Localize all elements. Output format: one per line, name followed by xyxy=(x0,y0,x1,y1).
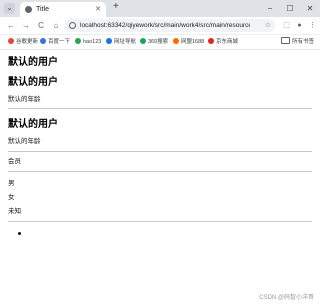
bookmark-item[interactable]: 360搜索 xyxy=(140,35,168,49)
back-button[interactable]: ← xyxy=(5,17,17,34)
watermark: CSDN @码智小洋哥 xyxy=(259,295,314,301)
profile-icon[interactable]: ● xyxy=(293,17,306,34)
close-window-button[interactable]: ✕ xyxy=(300,0,320,17)
url-text[interactable]: localhost:63342/qiyework/src/main/work4/… xyxy=(80,19,250,32)
toolbar-actions: ⬚ ● ⋮ xyxy=(280,17,319,34)
bookmark-item[interactable]: 网址导航 xyxy=(106,35,136,49)
reload-button[interactable]: C xyxy=(35,17,47,34)
all-bookmarks-folder[interactable]: 所有书签 xyxy=(280,35,314,49)
bookmark-item[interactable]: hao123 xyxy=(75,35,101,49)
bookmark-item[interactable]: 百度一下 xyxy=(40,35,70,49)
tab-title: Title xyxy=(36,6,49,13)
divider xyxy=(8,151,312,152)
member-text: 会员 xyxy=(8,158,21,165)
default-age-text: 默认的年龄 xyxy=(8,96,41,103)
tab-close-icon[interactable]: ✕ xyxy=(95,2,101,17)
extensions-icon[interactable]: ⬚ xyxy=(280,17,293,34)
bookmark-item[interactable]: 网盟1688 xyxy=(173,35,204,49)
tab-search-button[interactable]: ⌄ xyxy=(4,3,15,14)
bookmark-favicon-icon xyxy=(140,38,146,44)
divider xyxy=(8,108,312,109)
bookmark-star-icon[interactable]: ☆ xyxy=(265,19,271,32)
default-age-text: 默认的年龄 xyxy=(8,138,41,145)
heading-default-user: 默认的用户 xyxy=(8,77,58,88)
heading-default-user: 默认的用户 xyxy=(8,57,58,68)
home-button[interactable]: ⌂ xyxy=(50,17,62,34)
bookmark-favicon-icon xyxy=(8,38,14,44)
bookmark-item[interactable]: 谷歌更新 xyxy=(8,35,38,49)
minimize-button[interactable]: − xyxy=(260,0,280,17)
browser-titlebar: ⌄ Title ✕ + − ☐ ✕ xyxy=(0,0,320,17)
list-bullet xyxy=(18,232,21,235)
bookmark-favicon-icon xyxy=(106,38,112,44)
browser-tab[interactable]: Title ✕ xyxy=(20,2,106,17)
divider xyxy=(8,171,312,172)
divider xyxy=(8,221,312,222)
menu-icon[interactable]: ⋮ xyxy=(306,17,319,34)
globe-icon xyxy=(25,6,32,13)
gender-option: 男 xyxy=(8,180,15,187)
folder-icon xyxy=(280,37,290,44)
gender-option: 女 xyxy=(8,194,15,201)
browser-toolbar: ← → C ⌂ localhost:63342/qiyework/src/mai… xyxy=(0,17,320,35)
bookmark-item[interactable]: 京东商城 xyxy=(208,35,238,49)
window-controls: − ☐ ✕ xyxy=(260,0,320,17)
maximize-button[interactable]: ☐ xyxy=(280,0,300,17)
bookmark-favicon-icon xyxy=(173,38,179,44)
bookmark-favicon-icon xyxy=(75,38,81,44)
forward-button[interactable]: → xyxy=(20,17,32,34)
site-info-icon[interactable] xyxy=(69,22,76,29)
new-tab-button[interactable]: + xyxy=(113,1,119,12)
bookmark-favicon-icon xyxy=(208,38,214,44)
bookmark-favicon-icon xyxy=(40,38,46,44)
bookmarks-bar: 谷歌更新 百度一下 hao123 网址导航 360搜索 网盟1688 京东商城 … xyxy=(0,35,320,50)
heading-default-user: 默认的用户 xyxy=(8,119,58,130)
gender-option: 未知 xyxy=(8,208,21,215)
address-bar[interactable]: localhost:63342/qiyework/src/main/work4/… xyxy=(65,19,275,32)
